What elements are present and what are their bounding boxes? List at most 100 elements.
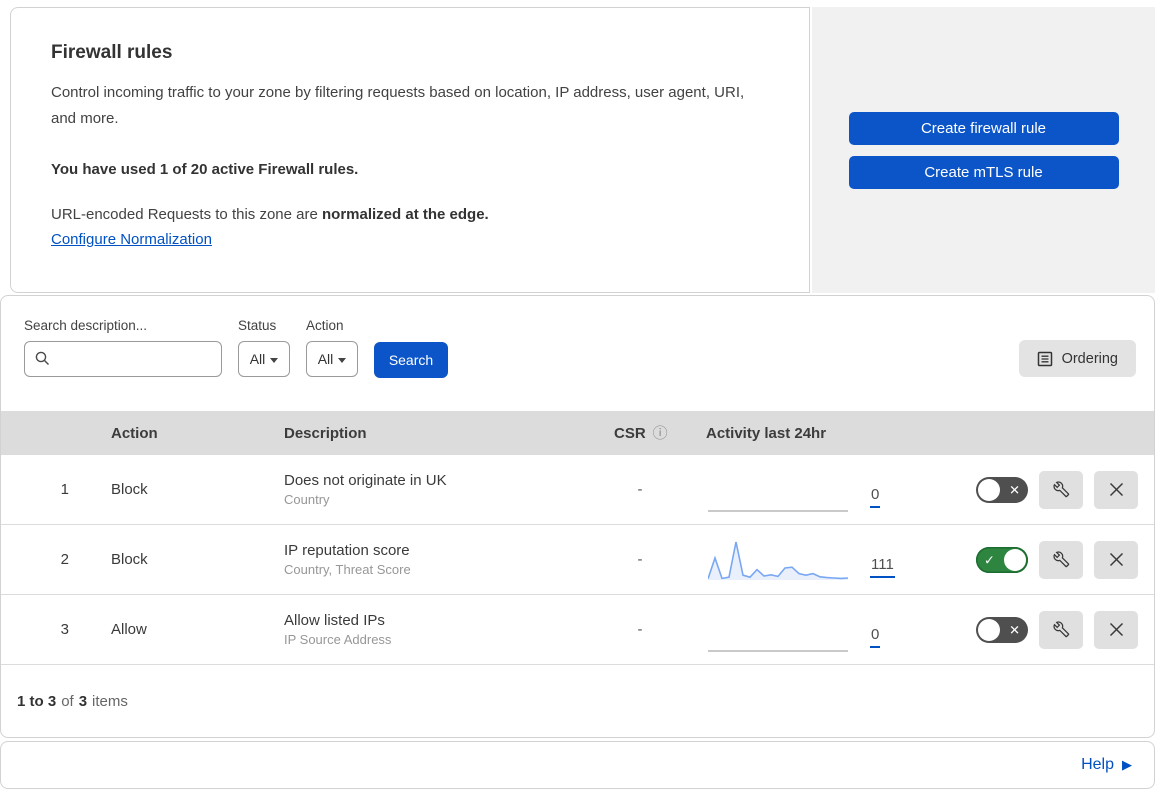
rule-enabled-toggle[interactable]: ✕ ✓	[976, 616, 1028, 643]
of-text: of	[61, 692, 74, 710]
help-strip: Help ▶	[0, 741, 1155, 789]
column-activity: Activity last 24hr	[706, 424, 827, 442]
rule-action: Allow	[111, 621, 147, 638]
column-description: Description	[284, 424, 367, 442]
activity-sparkline	[708, 538, 848, 582]
create-mtls-rule-button[interactable]: Create mTLS rule	[848, 155, 1119, 189]
toggle-knob	[1004, 548, 1026, 571]
page-description: Control incoming traffic to your zone by…	[51, 84, 745, 128]
activity-count-link[interactable]: 0	[870, 626, 881, 648]
column-action: Action	[111, 424, 158, 442]
rule-activity: 111	[686, 538, 921, 582]
status-label: Status	[238, 318, 277, 333]
rule-enabled-toggle[interactable]: ✕ ✓	[976, 546, 1028, 573]
rule-fields-text: Country	[284, 492, 330, 507]
edit-rule-button[interactable]	[1039, 610, 1083, 649]
activity-sparkline	[708, 608, 848, 652]
ordering-button[interactable]: Ordering	[1018, 340, 1136, 377]
activity-count-link[interactable]: 0	[870, 486, 881, 508]
rule-description-text: Allow listed IPs	[284, 612, 385, 629]
toggle-x-icon: ✕	[1009, 622, 1020, 637]
normalization-bold: normalized at the edge.	[322, 205, 489, 223]
rule-priority: 1	[60, 481, 69, 498]
rule-description: Does not originate in UK Country	[264, 472, 594, 507]
delete-rule-button[interactable]	[1094, 540, 1138, 579]
rule-description-text: IP reputation score	[284, 542, 410, 559]
rule-fields-text: Country, Threat Score	[284, 562, 411, 577]
chevron-down-icon	[270, 357, 279, 363]
delete-rule-button[interactable]	[1094, 610, 1138, 649]
toggle-knob	[978, 618, 1000, 641]
delete-rule-button[interactable]	[1094, 470, 1138, 509]
rule-controls: ✕ ✓	[921, 470, 1154, 509]
rule-priority: 2	[60, 551, 69, 568]
configure-normalization-link[interactable]: Configure Normalization	[51, 231, 212, 248]
search-label: Search description...	[24, 318, 148, 333]
rule-csr: -	[637, 481, 643, 498]
search-button[interactable]: Search	[374, 342, 448, 378]
search-icon	[35, 351, 50, 366]
rule-enabled-toggle[interactable]: ✕ ✓	[976, 476, 1028, 503]
chevron-down-icon	[338, 357, 347, 363]
rule-csr: -	[637, 551, 643, 568]
action-value: All	[317, 351, 334, 367]
filter-bar: Search description... Status All Action	[1, 296, 1154, 411]
firewall-intro-card: Firewall rules Control incoming traffic …	[10, 7, 810, 293]
close-icon	[1109, 622, 1124, 637]
toggle-x-icon: ✕	[1009, 482, 1020, 497]
rule-description: IP reputation score Country, Threat Scor…	[264, 542, 594, 577]
table-row: 1 Block Does not originate in UK Country…	[1, 455, 1154, 525]
pagination-summary: 1 to 3 of 3 items	[1, 665, 1154, 737]
rule-action: Block	[111, 551, 148, 568]
items-text: items	[92, 692, 128, 710]
total-text: 3	[78, 692, 88, 710]
status-filter-group: Status All	[238, 318, 290, 377]
info-icon[interactable]: ⓘ	[653, 426, 668, 441]
page-title: Firewall rules	[51, 42, 173, 63]
rule-description-text: Does not originate in UK	[284, 472, 447, 489]
close-icon	[1109, 482, 1124, 497]
arrow-right-icon: ▶	[1122, 757, 1132, 772]
action-dropdown[interactable]: All	[306, 341, 358, 377]
search-input[interactable]	[24, 341, 222, 377]
table-row: 2 Block IP reputation score Country, Thr…	[1, 525, 1154, 595]
status-value: All	[249, 351, 266, 367]
toggle-knob	[978, 478, 1000, 501]
wrench-icon	[1052, 551, 1070, 568]
rule-fields-text: IP Source Address	[284, 632, 392, 647]
activity-sparkline	[708, 468, 848, 512]
table-row: 3 Allow Allow listed IPs IP Source Addre…	[1, 595, 1154, 665]
rule-controls: ✕ ✓	[921, 540, 1154, 579]
range-text: 1 to 3	[17, 692, 57, 710]
activity-count-link[interactable]: 111	[870, 556, 895, 578]
help-link[interactable]: Help ▶	[1081, 756, 1132, 774]
create-firewall-rule-button[interactable]: Create firewall rule	[848, 111, 1119, 145]
ordering-label: Ordering	[1061, 350, 1118, 367]
normalization-text: URL-encoded Requests to this zone are	[51, 205, 322, 223]
rule-priority: 3	[60, 621, 69, 638]
actions-panel: Create firewall rule Create mTLS rule	[812, 7, 1155, 293]
csr-label: CSR	[614, 424, 646, 442]
list-document-icon	[1037, 351, 1053, 367]
column-csr: CSR ⓘ	[594, 425, 686, 442]
close-icon	[1109, 552, 1124, 567]
rule-controls: ✕ ✓	[921, 610, 1154, 649]
action-label: Action	[306, 318, 344, 333]
table-header: Action Description CSR ⓘ Activity last 2…	[1, 411, 1154, 455]
action-filter-group: Action All	[306, 318, 358, 377]
rule-activity: 0	[686, 468, 921, 512]
edit-rule-button[interactable]	[1039, 470, 1083, 509]
normalization-note: URL-encoded Requests to this zone are no…	[51, 206, 769, 223]
status-dropdown[interactable]: All	[238, 341, 290, 377]
header-section: Firewall rules Control incoming traffic …	[10, 7, 1155, 293]
edit-rule-button[interactable]	[1039, 540, 1083, 579]
toggle-check-icon: ✓	[984, 552, 995, 567]
usage-summary: You have used 1 of 20 active Firewall ru…	[51, 160, 359, 178]
rule-csr: -	[637, 621, 643, 638]
rule-description: Allow listed IPs IP Source Address	[264, 612, 594, 647]
rule-action: Block	[111, 481, 148, 498]
rules-list-card: Search description... Status All Action	[0, 295, 1155, 738]
search-group: Search description...	[24, 318, 222, 377]
help-label: Help	[1081, 756, 1114, 773]
wrench-icon	[1052, 621, 1070, 638]
